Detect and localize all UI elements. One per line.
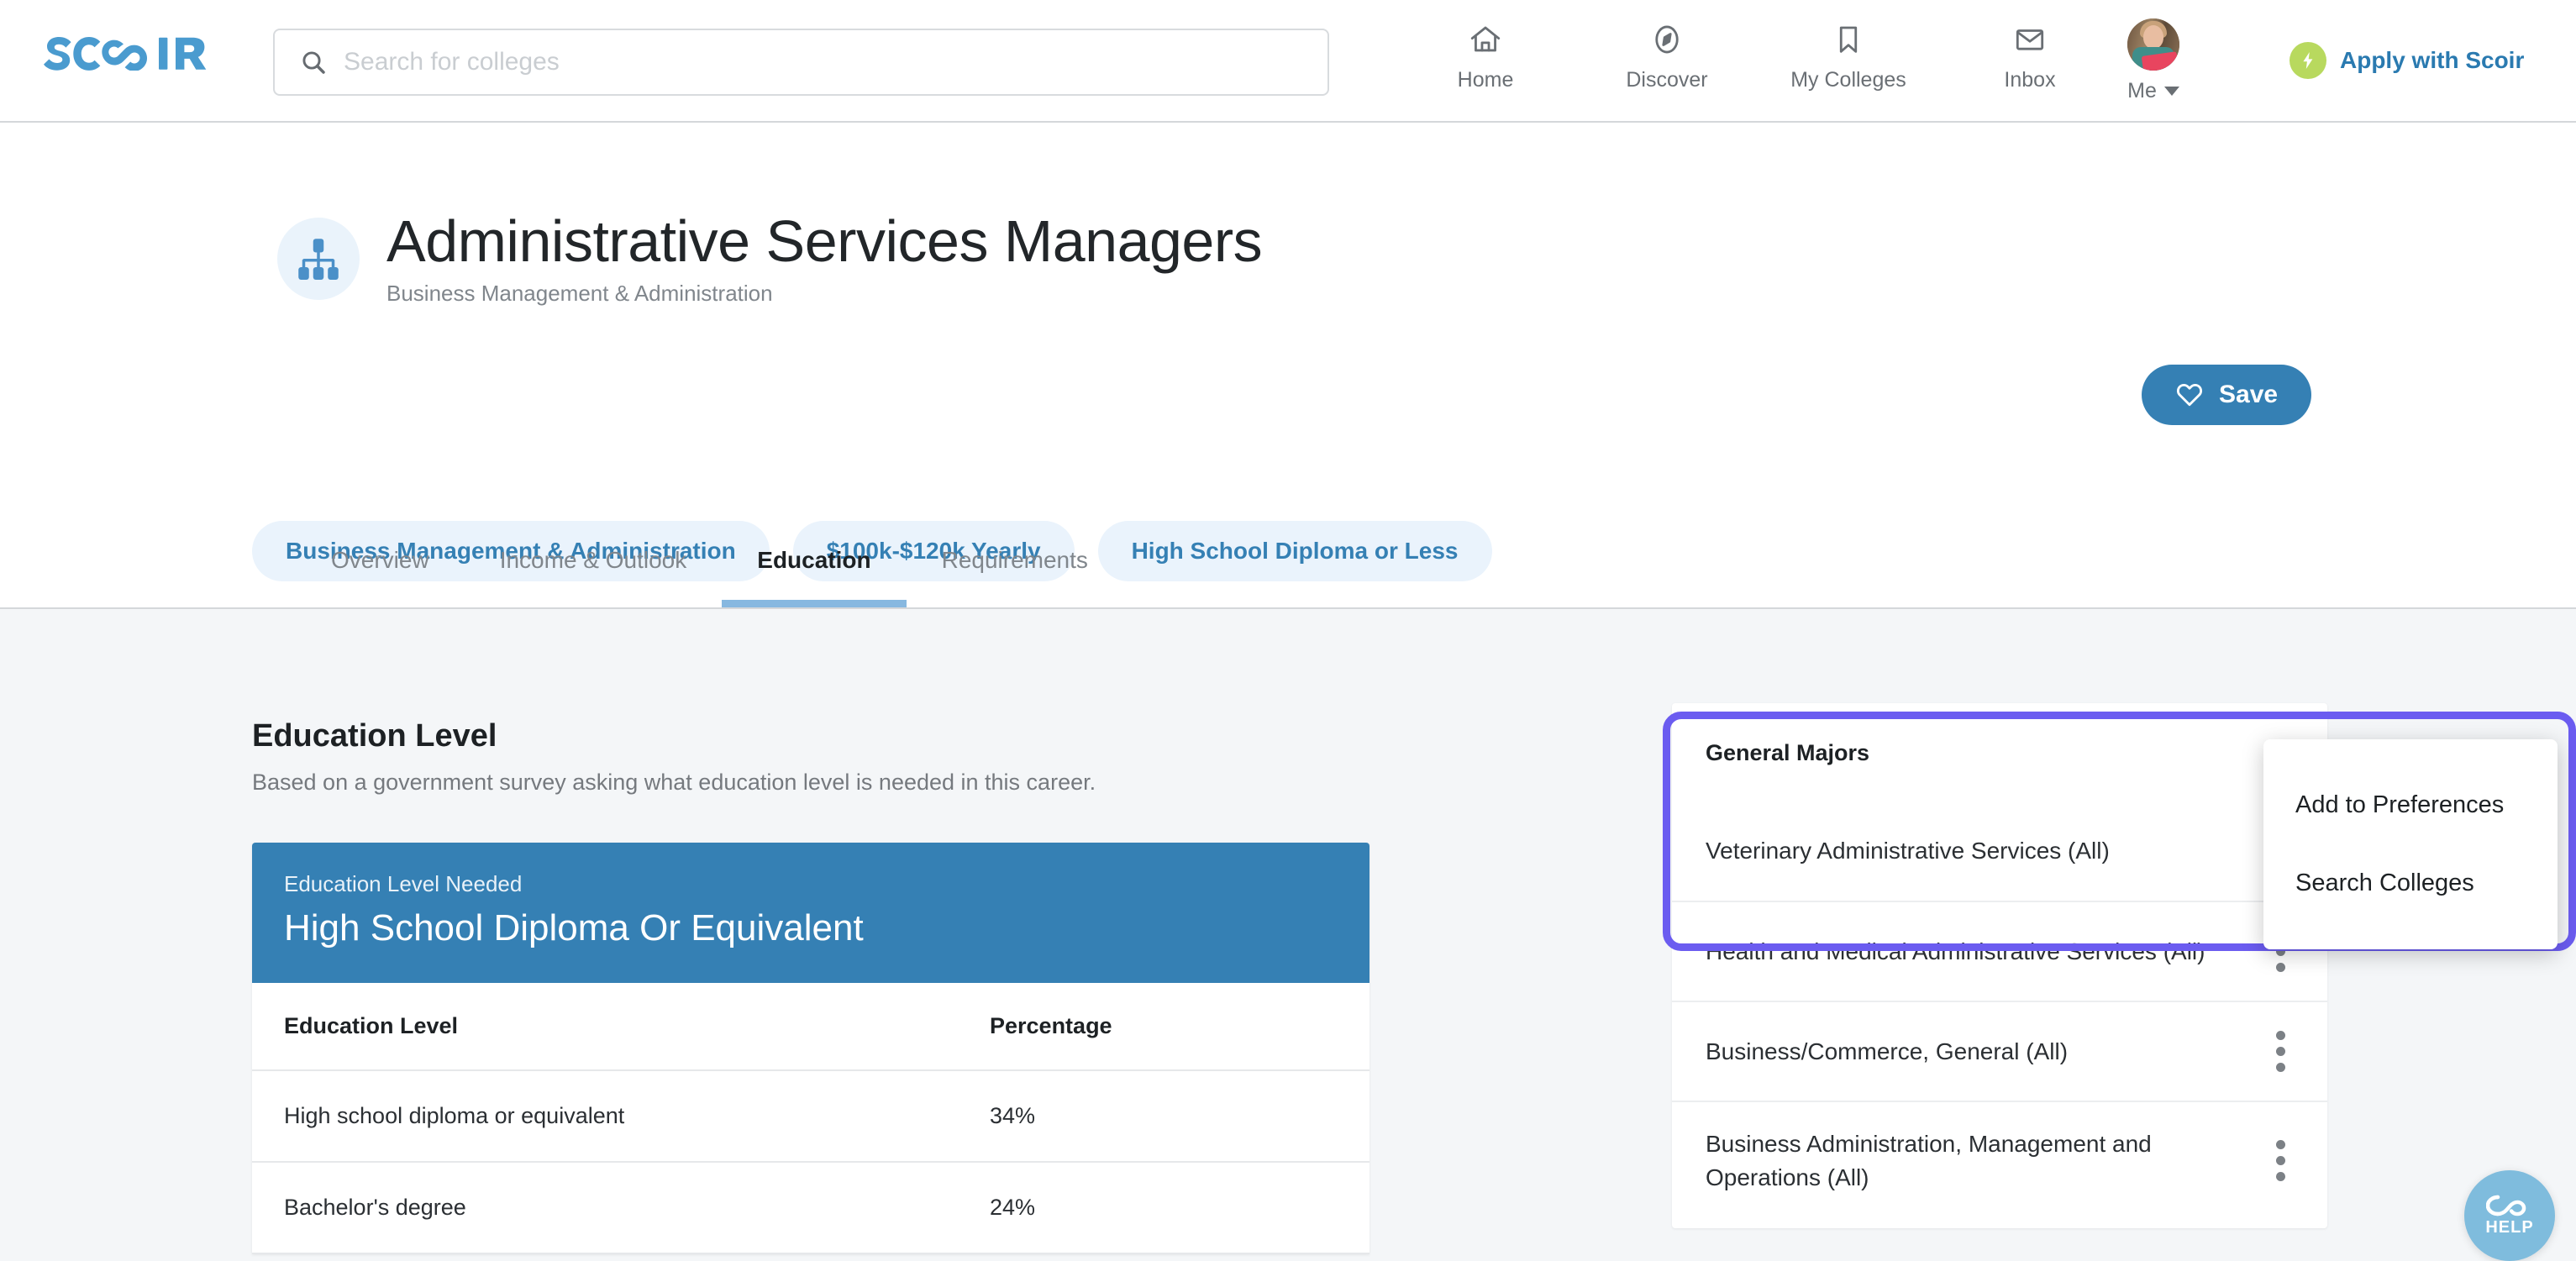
table-row: Bachelor's degree 24%: [252, 1162, 1369, 1254]
education-level-section: Education Level Based on a government su…: [252, 718, 1369, 1254]
main-content: Education Level Based on a government su…: [0, 611, 2576, 1258]
education-section-subtitle: Based on a government survey asking what…: [252, 770, 1096, 795]
education-level-table: Education Level Percentage High school d…: [252, 983, 1369, 1254]
nav-label-my-colleges: My Colleges: [1790, 68, 1906, 92]
tab-income-outlook[interactable]: Income & Outlook: [465, 520, 723, 607]
search-input[interactable]: [344, 48, 1327, 76]
general-majors-heading: General Majors: [1706, 740, 1870, 765]
account-label: Me: [2127, 79, 2157, 102]
search-box[interactable]: [273, 29, 1329, 96]
education-level-card: Education Level Needed High School Diplo…: [252, 843, 1369, 1254]
general-majors-panel: General Majors Veterinary Administrative…: [1672, 703, 2327, 1228]
career-cluster-subtitle: Business Management & Administration: [386, 281, 773, 307]
scoir-infinity-logo-icon: [2486, 1195, 2526, 1216]
list-item[interactable]: Business/Commerce, General (All): [1672, 1001, 2327, 1101]
education-section-title: Education Level: [252, 718, 497, 754]
list-item[interactable]: Business Administration, Management and …: [1672, 1101, 2327, 1220]
help-widget-button[interactable]: HELP: [2464, 1170, 2555, 1261]
education-level-banner: Education Level Needed High School Diplo…: [252, 843, 1369, 983]
career-hero-section: Administrative Services Managers Busines…: [0, 123, 2576, 609]
save-button-label: Save: [2219, 381, 2279, 408]
major-name: Health and Medical Administrative Servic…: [1706, 938, 2205, 964]
menu-item-search-colleges[interactable]: Search Colleges: [2263, 844, 2558, 922]
career-title-row: Administrative Services Managers Busines…: [277, 208, 1263, 307]
org-chart-icon: [277, 217, 360, 300]
compass-icon: [1649, 20, 1685, 59]
cell-percentage: 24%: [958, 1162, 1369, 1254]
column-header-percentage: Percentage: [958, 983, 1369, 1071]
table-header-row: Education Level Percentage: [252, 983, 1369, 1071]
nav-item-inbox[interactable]: Inbox: [1939, 20, 2121, 92]
pill-education[interactable]: High School Diploma or Less: [1097, 521, 1492, 581]
account-menu[interactable]: Me: [2127, 18, 2179, 103]
main-nav-links: Home Discover My Colleges Inbox: [1395, 20, 2121, 92]
save-button[interactable]: Save: [2142, 365, 2312, 425]
major-name: Business Administration, Management and …: [1706, 1131, 2152, 1190]
nav-label-discover: Discover: [1626, 68, 1708, 92]
career-tabs: Overview Income & Outlook Education Requ…: [296, 520, 1123, 607]
cell-education-level: Bachelor's degree: [252, 1162, 958, 1254]
top-navigation-bar: Home Discover My Colleges: [0, 0, 2576, 123]
envelope-icon: [2012, 20, 2048, 59]
tab-overview[interactable]: Overview: [296, 520, 465, 607]
nav-item-home[interactable]: Home: [1395, 20, 1576, 92]
kebab-menu-icon[interactable]: [2262, 1027, 2299, 1075]
nav-label-home: Home: [1457, 68, 1514, 92]
cell-percentage: 34%: [958, 1070, 1369, 1163]
chevron-down-icon: [2163, 87, 2179, 96]
apply-with-scoir-link[interactable]: Apply with Scoir: [2289, 42, 2524, 79]
kebab-menu-icon[interactable]: [2262, 1137, 2299, 1185]
education-banner-value: High School Diploma Or Equivalent: [284, 907, 864, 948]
education-banner-label: Education Level Needed: [284, 871, 523, 896]
major-context-menu: Add to Preferences Search Colleges: [2263, 739, 2558, 949]
general-majors-card: General Majors Veterinary Administrative…: [1672, 703, 2327, 1228]
bookmark-icon: [1831, 20, 1866, 59]
list-item[interactable]: Veterinary Administrative Services (All): [1672, 801, 2327, 901]
menu-item-add-to-preferences[interactable]: Add to Preferences: [2263, 766, 2558, 844]
scoir-infinity-logo-icon: [44, 37, 207, 71]
search-icon: [302, 51, 325, 74]
apply-label: Apply with Scoir: [2340, 47, 2525, 73]
page-title: Administrative Services Managers: [386, 208, 1263, 274]
list-item[interactable]: Health and Medical Administrative Servic…: [1672, 901, 2327, 1001]
table-row: High school diploma or equivalent 34%: [252, 1070, 1369, 1163]
cell-education-level: High school diploma or equivalent: [252, 1070, 958, 1163]
tab-education[interactable]: Education: [722, 520, 907, 607]
help-label: HELP: [2485, 1217, 2534, 1237]
major-name: Veterinary Administrative Services (All): [1706, 838, 2110, 864]
heart-icon: [2177, 384, 2202, 407]
column-header-education-level: Education Level: [252, 983, 958, 1071]
nav-item-discover[interactable]: Discover: [1576, 20, 1758, 92]
nav-label-inbox: Inbox: [2004, 68, 2056, 92]
scoir-logo[interactable]: [39, 32, 213, 71]
tab-requirements[interactable]: Requirements: [907, 520, 1123, 607]
lightning-bolt-icon: [2289, 42, 2326, 79]
home-icon: [1468, 20, 1503, 59]
major-name: Business/Commerce, General (All): [1706, 1038, 2069, 1064]
avatar: [2127, 18, 2179, 71]
nav-item-my-colleges[interactable]: My Colleges: [1758, 20, 1939, 92]
